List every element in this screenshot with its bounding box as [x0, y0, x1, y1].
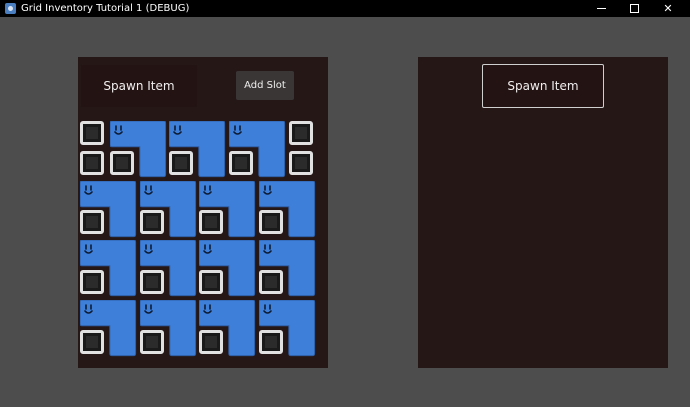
- l-shape-item-icon: [229, 121, 286, 178]
- l-shape-item-icon: [169, 121, 226, 178]
- inventory-item[interactable]: [199, 240, 257, 298]
- inventory-slot[interactable]: [288, 121, 313, 145]
- inventory-item[interactable]: [258, 240, 317, 298]
- l-shape-item-icon: [80, 180, 137, 237]
- inventory-item[interactable]: [139, 240, 198, 298]
- inventory-item[interactable]: [169, 121, 227, 179]
- l-shape-item-icon: [258, 299, 315, 356]
- l-shape-item-icon: [139, 299, 196, 356]
- l-shape-item-icon: [80, 240, 137, 297]
- l-shape-item-icon: [139, 180, 196, 237]
- l-shape-item-icon: [199, 299, 256, 356]
- inventory-item[interactable]: [80, 299, 138, 358]
- inventory-item[interactable]: [258, 299, 317, 358]
- inventory-item[interactable]: [139, 299, 198, 358]
- l-shape-item-icon: [199, 240, 256, 297]
- inventory-slot[interactable]: [288, 150, 313, 175]
- l-shape-item-icon: [109, 121, 166, 178]
- l-shape-item-icon: [258, 180, 315, 237]
- l-shape-item-icon: [139, 240, 196, 297]
- inventory-item[interactable]: [258, 180, 317, 239]
- l-shape-item-icon: [80, 299, 137, 356]
- l-shape-item-icon: [199, 180, 256, 237]
- inventory-item[interactable]: [139, 180, 198, 239]
- inventory-item[interactable]: [80, 180, 138, 239]
- inventory-item[interactable]: [80, 240, 138, 298]
- inventory-item[interactable]: [109, 121, 168, 179]
- inventory-item[interactable]: [229, 121, 287, 179]
- inventory-grid[interactable]: [0, 0, 690, 407]
- l-shape-item-icon: [258, 240, 315, 297]
- inventory-slot[interactable]: [80, 121, 104, 145]
- inventory-item[interactable]: [199, 180, 257, 239]
- inventory-item[interactable]: [199, 299, 257, 358]
- inventory-slot[interactable]: [80, 150, 104, 175]
